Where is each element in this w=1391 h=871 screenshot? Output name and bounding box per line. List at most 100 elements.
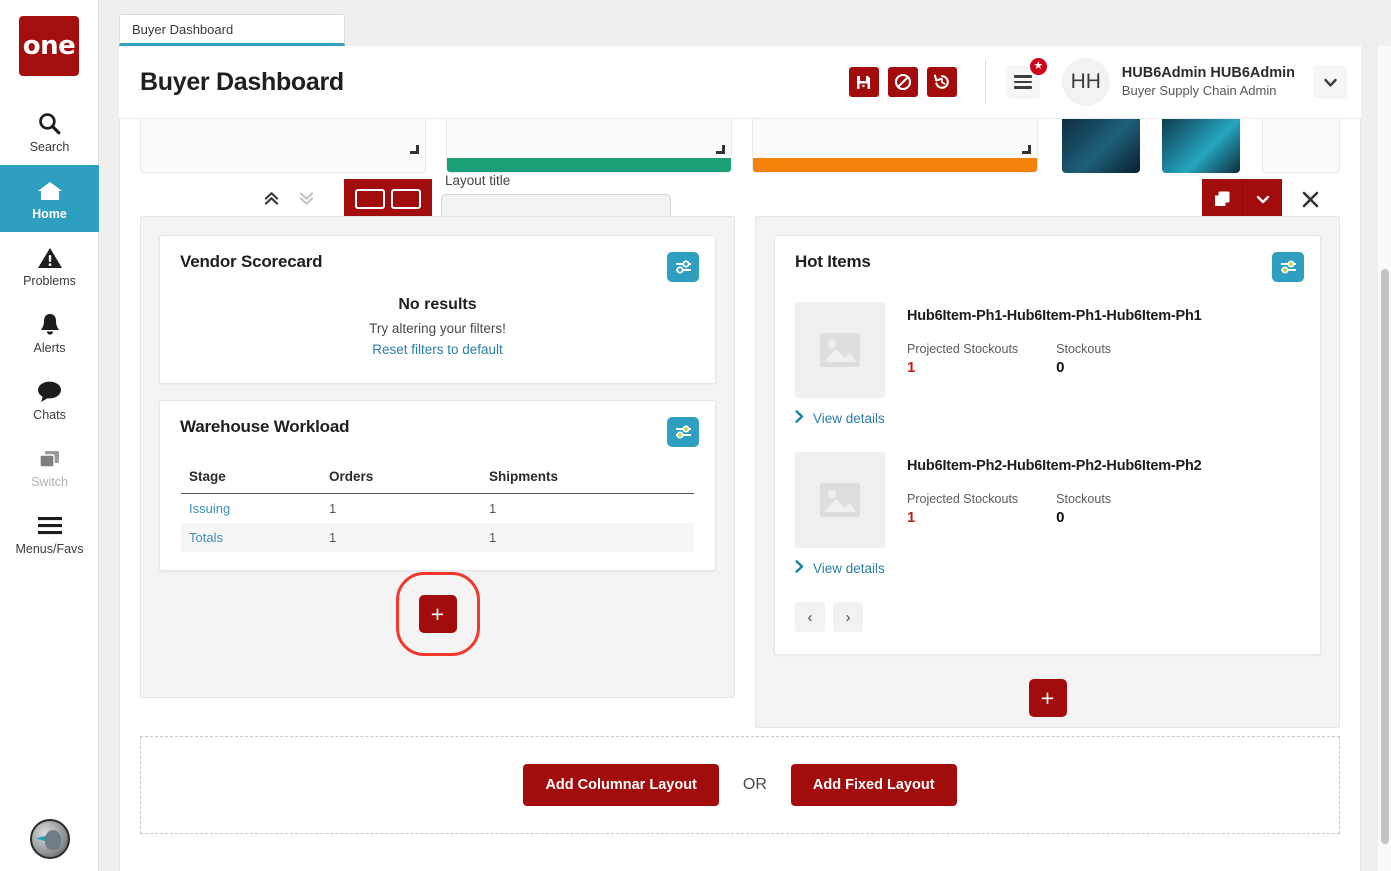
chat-bubble-icon xyxy=(36,378,63,406)
collapse-down-icon[interactable] xyxy=(299,191,314,211)
menus-favorites-button[interactable]: ★ xyxy=(1005,56,1049,99)
hamburger-icon xyxy=(36,512,64,540)
widget-vendor-scorecard: Vendor Scorecard No results Try altering… xyxy=(159,235,716,384)
stat-value: 1 xyxy=(907,509,916,526)
switch-windows-icon xyxy=(37,445,63,473)
stat-stockouts: Stockouts 0 xyxy=(1056,492,1111,526)
sidebar-item-problems[interactable]: Problems xyxy=(0,232,99,299)
or-separator-label: OR xyxy=(742,776,767,793)
reset-filters-link[interactable]: Reset filters to default xyxy=(160,342,715,357)
cell-stage[interactable]: Issuing xyxy=(181,494,321,524)
sidebar-item-label: Problems xyxy=(23,273,76,288)
hot-item-body: Hub6Item-Ph1-Hub6Item-Ph1-Hub6Item-Ph1 P… xyxy=(907,302,1202,398)
user-role: Buyer Supply Chain Admin xyxy=(1121,82,1277,98)
revert-button[interactable] xyxy=(926,67,957,97)
pager-next-button[interactable]: › xyxy=(833,602,863,632)
cut-widget-4[interactable] xyxy=(1262,113,1340,173)
image-placeholder-icon xyxy=(795,302,885,398)
table-row[interactable]: Issuing 1 1 xyxy=(181,494,694,524)
tab-buyer-dashboard[interactable]: Buyer Dashboard xyxy=(119,14,345,46)
view-details-link[interactable]: View details xyxy=(775,548,1320,576)
view-details-label: View details xyxy=(813,410,885,426)
sidebar-item-label: Home xyxy=(32,206,67,221)
hot-item-name: Hub6Item-Ph2-Hub6Item-Ph2-Hub6Item-Ph2 xyxy=(907,458,1202,474)
sidebar-item-menus-favs[interactable]: Menus/Favs xyxy=(0,500,99,567)
avatar-head xyxy=(45,830,61,850)
user-avatar-globe[interactable] xyxy=(30,819,70,859)
sidebar-item-home[interactable]: Home xyxy=(0,165,99,232)
stat-label: Stockouts xyxy=(1056,492,1112,506)
filter-sliders-icon[interactable] xyxy=(667,417,699,447)
vertical-scrollbar-thumb[interactable] xyxy=(1381,269,1389,844)
filter-sliders-icon[interactable] xyxy=(1272,252,1304,282)
stat-value: 0 xyxy=(1056,509,1065,526)
cancel-button[interactable] xyxy=(887,67,918,97)
stat-label: Projected Stockouts xyxy=(907,492,1019,506)
close-icon[interactable] xyxy=(1290,179,1330,219)
hot-item-stats: Projected Stockouts 1 Stockouts 0 xyxy=(907,492,1202,526)
layout-cell-right xyxy=(391,189,421,209)
empty-title: No results xyxy=(398,296,477,313)
vertical-scrollbar-track[interactable] xyxy=(1378,46,1391,871)
layout-cell-left xyxy=(355,189,385,209)
hamburger-icon xyxy=(1013,72,1032,92)
add-layout-panel: Add Columnar Layout OR Add Fixed Layout xyxy=(140,736,1340,834)
cut-thumbnail-2[interactable] xyxy=(1162,113,1240,173)
duplicate-icon[interactable] xyxy=(1202,179,1242,219)
layout-title-label: Layout title xyxy=(445,173,511,188)
chevron-down-icon[interactable] xyxy=(1242,179,1282,219)
add-fixed-layout-button[interactable]: Add Fixed Layout xyxy=(790,764,957,806)
sidebar-item-alerts[interactable]: Alerts xyxy=(0,299,99,366)
table-row[interactable]: Totals 1 1 xyxy=(181,523,694,552)
stat-value: 1 xyxy=(907,359,916,376)
widget-title: Warehouse Workload xyxy=(180,417,350,436)
chevron-right-icon xyxy=(795,410,804,426)
add-widget-button-left[interactable]: + xyxy=(395,572,480,656)
widget-header: Hot Items xyxy=(775,236,1320,282)
widget-warehouse-workload: Warehouse Workload Stage Orders Shipment… xyxy=(159,400,716,571)
user-menu-chevron-down-icon[interactable] xyxy=(1313,65,1347,99)
cell-shipments: 1 xyxy=(481,523,694,552)
application-window: one Search Home Problems Alerts Chats Sw… xyxy=(0,0,1391,871)
sidebar-item-switch[interactable]: Switch xyxy=(0,433,99,500)
hot-item-stats: Projected Stockouts 1 Stockouts 0 xyxy=(907,342,1202,376)
avatar[interactable]: HH xyxy=(1061,58,1110,106)
sidebar-item-label: Chats xyxy=(33,407,66,422)
page-header: Buyer Dashboard ★ HH HUB6Admin HUB6Admin xyxy=(119,46,1361,119)
cell-orders: 1 xyxy=(321,523,481,552)
add-widget-button-right[interactable]: + xyxy=(1028,679,1067,717)
left-sidebar: one Search Home Problems Alerts Chats Sw… xyxy=(0,0,99,871)
stat-stockouts: Stockouts 0 xyxy=(1056,342,1111,376)
user-info: HUB6Admin HUB6Admin Buyer Supply Chain A… xyxy=(1122,64,1295,100)
empty-subtitle: Try altering your filters! xyxy=(369,321,506,336)
layout-collapse-controls xyxy=(264,191,314,211)
hot-item-row: Hub6Item-Ph2-Hub6Item-Ph2-Hub6Item-Ph2 P… xyxy=(775,426,1320,548)
stat-label: Projected Stockouts xyxy=(907,342,1019,356)
logo-text: one xyxy=(22,31,76,61)
cell-stage[interactable]: Totals xyxy=(181,523,321,552)
tab-strip: Buyer Dashboard xyxy=(99,0,1391,46)
view-details-label: View details xyxy=(813,560,885,576)
add-columnar-layout-button[interactable]: Add Columnar Layout xyxy=(523,764,719,806)
sidebar-item-chats[interactable]: Chats xyxy=(0,366,99,433)
cut-thumbnail-1[interactable] xyxy=(1062,113,1140,173)
resize-corner-icon xyxy=(716,145,725,154)
sidebar-item-search[interactable]: Search xyxy=(0,98,99,165)
pager-prev-button[interactable]: ‹ xyxy=(795,602,825,632)
save-button[interactable] xyxy=(848,67,879,97)
layout-actions xyxy=(1202,179,1330,219)
collapse-up-icon[interactable] xyxy=(264,191,279,211)
widget-title: Hot Items xyxy=(795,252,871,271)
search-icon xyxy=(37,110,62,138)
resize-corner-icon xyxy=(1022,145,1031,154)
stat-projected-stockouts: Projected Stockouts 1 xyxy=(907,492,1018,526)
sidebar-item-label: Search xyxy=(29,139,70,154)
two-column-layout-icon[interactable] xyxy=(344,179,432,219)
one-logo[interactable]: one xyxy=(19,16,79,76)
hot-items-pager: ‹ › xyxy=(775,576,1320,654)
favorites-star-badge: ★ xyxy=(1027,56,1049,77)
widget-title: Vendor Scorecard xyxy=(180,252,323,271)
view-details-link[interactable]: View details xyxy=(775,398,1320,426)
tab-label: Buyer Dashboard xyxy=(132,21,234,37)
filter-sliders-icon[interactable] xyxy=(667,252,699,282)
